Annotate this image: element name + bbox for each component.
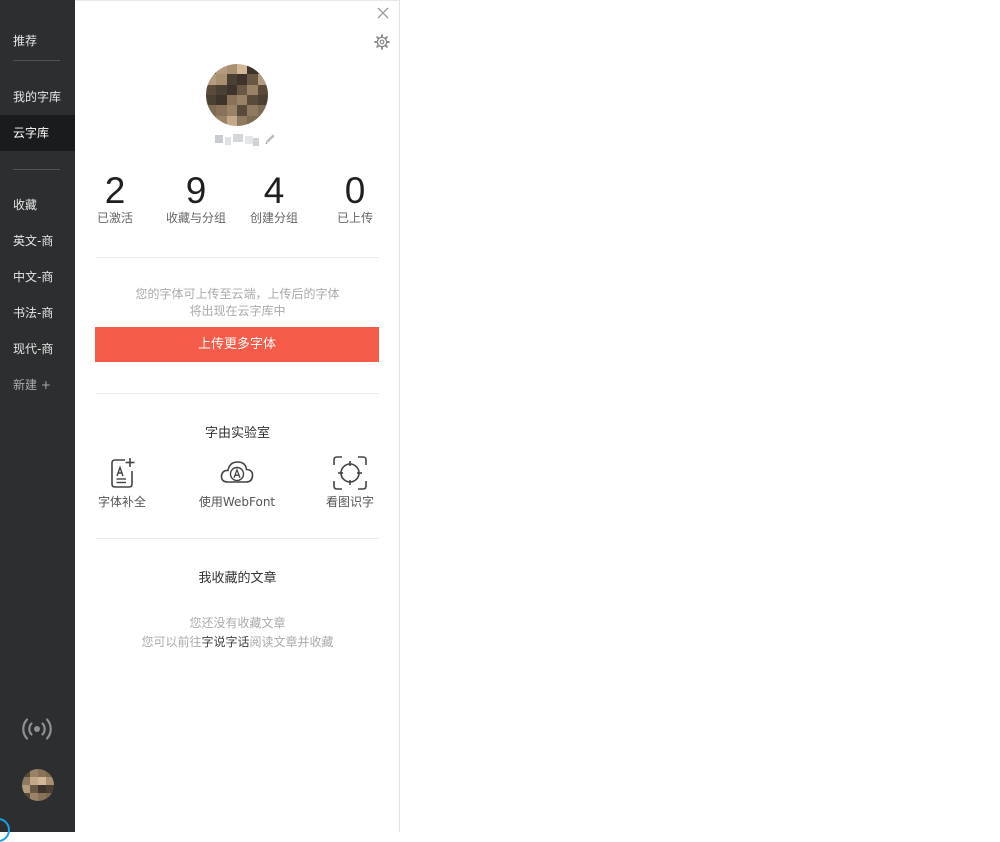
sidebar-item-recommend[interactable]: 推荐 [0, 23, 75, 59]
upload-note-line2: 将出现在云字库中 [189, 304, 286, 318]
sidebar-item-calligraphy-commercial[interactable]: 书法-商 [0, 295, 75, 331]
stat-label: 创建分组 [249, 211, 298, 225]
font-completion-icon [111, 458, 135, 488]
empty-articles-note: 您还没有收藏文章 您可以前往字说字话阅读文章并收藏 [75, 614, 400, 652]
sidebar-divider [13, 60, 60, 61]
cloud-font-panel: 2 已激活 9 收藏与分组 4 创建分组 0 已上传 您的字体可上传至云端，上传… [75, 0, 400, 832]
empty-note-line2: 您可以前往字说字话阅读文章并收藏 [75, 633, 400, 652]
articles-title: 我收藏的文章 [198, 571, 277, 586]
empty-note-suffix: 阅读文章并收藏 [249, 635, 334, 649]
sidebar-item-cloud-fonts[interactable]: 云字库 [0, 115, 75, 151]
stat-value: 4 [263, 170, 285, 211]
upload-note-line1: 您的字体可上传至云端，上传后的字体 [135, 287, 340, 301]
divider [96, 538, 379, 539]
stat-value: 9 [185, 170, 207, 211]
stat-created-groups[interactable]: 4 创建分组 [239, 169, 309, 225]
stat-value: 2 [104, 170, 126, 211]
sidebar-item-chinese-commercial[interactable]: 中文-商 [0, 259, 75, 295]
lab-item-label: 看图识字 [325, 495, 374, 509]
radio-broadcast-icon[interactable] [20, 714, 54, 744]
edit-icon[interactable] [263, 132, 277, 146]
empty-note-prefix: 您可以前往 [141, 635, 202, 649]
stat-uploaded[interactable]: 0 已上传 [320, 169, 390, 225]
stat-label: 已激活 [96, 211, 133, 225]
user-avatar[interactable] [206, 64, 268, 126]
sidebar-new-group-button[interactable]: 新建 + [0, 367, 75, 403]
user-avatar-small[interactable] [22, 769, 54, 801]
empty-note-line1: 您还没有收藏文章 [189, 616, 286, 630]
use-webfont-button[interactable]: 使用WebFont [187, 455, 287, 510]
lab-title: 字由实验室 [204, 426, 270, 441]
upload-more-fonts-button[interactable]: 上传更多字体 [95, 327, 379, 362]
divider [96, 393, 379, 394]
stat-activated[interactable]: 2 已激活 [80, 169, 150, 225]
upload-note: 您的字体可上传至云端，上传后的字体 将出现在云字库中 [75, 286, 400, 320]
articles-link[interactable]: 字说字话 [201, 635, 249, 649]
sidebar-divider [13, 169, 60, 170]
status-indicator [0, 818, 10, 842]
scan-recognize-icon [333, 456, 367, 490]
gear-icon[interactable] [374, 34, 390, 50]
close-icon[interactable] [376, 6, 390, 20]
cloud-webfont-icon [220, 461, 254, 483]
font-completion-button[interactable]: 字体补全 [72, 455, 172, 510]
divider [96, 257, 379, 258]
stat-favorites-groups[interactable]: 9 收藏与分组 [161, 169, 231, 225]
sidebar: 推荐 我的字库 云字库 收藏 英文-商 中文-商 书法-商 现代-商 新建 + [0, 0, 75, 842]
sidebar-item-english-commercial[interactable]: 英文-商 [0, 223, 75, 259]
sidebar-item-favorites[interactable]: 收藏 [0, 187, 75, 223]
lab-item-label: 使用WebFont [198, 495, 276, 509]
image-recognize-button[interactable]: 看图识字 [300, 455, 400, 510]
stat-label: 收藏与分组 [165, 211, 226, 225]
stat-label: 已上传 [336, 211, 373, 225]
sidebar-item-my-fonts[interactable]: 我的字库 [0, 79, 75, 115]
stat-value: 0 [344, 170, 366, 211]
sidebar-item-modern-commercial[interactable]: 现代-商 [0, 331, 75, 367]
lab-item-label: 字体补全 [97, 495, 146, 509]
